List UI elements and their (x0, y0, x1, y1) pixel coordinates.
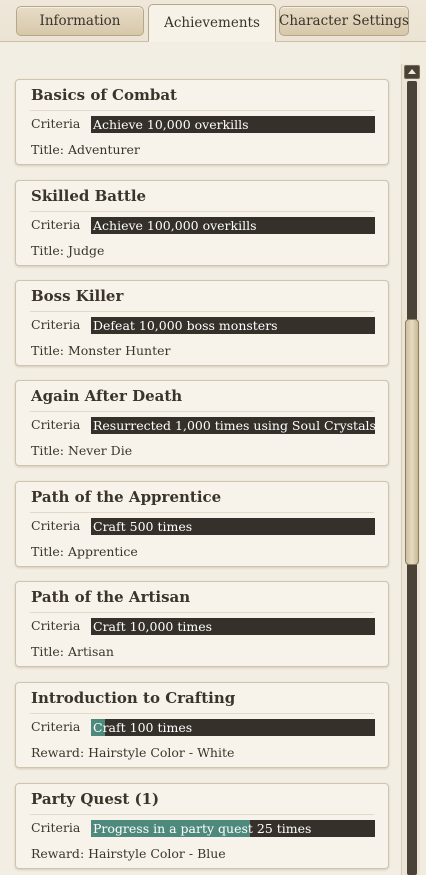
criteria-label: Criteria (31, 217, 81, 232)
achievement-title: Basics of Combat (31, 86, 177, 104)
criteria-text: Craft 500 times (93, 519, 193, 534)
tab-character-settings[interactable]: Character Settings (279, 6, 409, 36)
tab-bar: Information Achievements Character Setti… (0, 0, 426, 42)
criteria-label: Criteria (31, 417, 81, 432)
chevron-up-icon (408, 69, 416, 74)
criteria-text: Achieve 10,000 overkills (93, 117, 249, 132)
criteria-label: Criteria (31, 317, 81, 332)
achievement-title: Path of the Artisan (31, 588, 191, 606)
tab-information-label: Information (39, 13, 121, 29)
achievement-reward: Title: Never Die (31, 443, 133, 458)
tab-achievements-label: Achievements (164, 15, 260, 31)
criteria-label: Criteria (31, 618, 81, 633)
scroll-up-button[interactable] (404, 65, 420, 79)
achievement-reward: Title: Artisan (31, 644, 114, 659)
achievement-reward: Reward: Hairstyle Color - Blue (31, 846, 226, 861)
card-divider (30, 612, 374, 613)
achievement-title: Boss Killer (31, 287, 124, 305)
scroll-thumb[interactable] (405, 319, 419, 565)
criteria-progress-bar: Craft 100 times (91, 719, 375, 736)
achievement-title: Introduction to Crafting (31, 689, 236, 707)
criteria-progress-bar: Defeat 10,000 boss monsters (91, 317, 375, 334)
criteria-progress-bar: Craft 10,000 times (91, 618, 375, 635)
achievement-card: Skilled Battle Criteria Achieve 100,000 … (15, 180, 389, 266)
criteria-text: Achieve 100,000 overkills (93, 218, 257, 233)
achievement-title: Skilled Battle (31, 187, 147, 205)
card-divider (30, 211, 374, 212)
criteria-text: Defeat 10,000 boss monsters (93, 318, 278, 333)
achievement-title: Path of the Apprentice (31, 488, 222, 506)
achievement-card: Party Quest (1) Criteria Progress in a p… (15, 783, 389, 869)
achievement-reward: Title: Adventurer (31, 142, 140, 157)
tab-character-settings-label: Character Settings (279, 13, 409, 29)
criteria-label: Criteria (31, 820, 81, 835)
achievement-reward: Title: Judge (31, 243, 105, 258)
achievement-reward: Reward: Hairstyle Color - White (31, 745, 235, 760)
criteria-text: Progress in a party quest 25 times (93, 821, 312, 836)
achievement-card: Introduction to Crafting Criteria Craft … (15, 682, 389, 768)
criteria-label: Criteria (31, 719, 81, 734)
criteria-text: Resurrected 1,000 times using Soul Cryst… (93, 418, 375, 433)
achievement-list: Basics of Combat Criteria Achieve 10,000… (0, 43, 400, 875)
criteria-label: Criteria (31, 116, 81, 131)
achievement-card: Boss Killer Criteria Defeat 10,000 boss … (15, 280, 389, 366)
scrollbar[interactable] (401, 64, 420, 875)
criteria-progress-bar: Achieve 100,000 overkills (91, 217, 375, 234)
card-divider (30, 411, 374, 412)
criteria-text: Craft 10,000 times (93, 619, 213, 634)
card-divider (30, 814, 374, 815)
achievement-reward: Title: Monster Hunter (31, 343, 171, 358)
criteria-progress-bar: Progress in a party quest 25 times (91, 820, 375, 837)
tab-information[interactable]: Information (16, 6, 144, 36)
card-divider (30, 311, 374, 312)
card-divider (30, 110, 374, 111)
card-divider (30, 713, 374, 714)
achievement-card: Basics of Combat Criteria Achieve 10,000… (15, 79, 389, 165)
achievement-reward: Title: Apprentice (31, 544, 138, 559)
achievement-title: Party Quest (1) (31, 790, 160, 808)
criteria-progress-bar: Achieve 10,000 overkills (91, 116, 375, 133)
criteria-progress-bar: Craft 500 times (91, 518, 375, 535)
criteria-label: Criteria (31, 518, 81, 533)
criteria-progress-bar: Resurrected 1,000 times using Soul Cryst… (91, 417, 375, 434)
card-divider (30, 512, 374, 513)
criteria-text: Craft 100 times (93, 720, 193, 735)
tab-achievements[interactable]: Achievements (148, 4, 276, 42)
achievement-card: Path of the Apprentice Criteria Craft 50… (15, 481, 389, 567)
achievement-card: Path of the Artisan Criteria Craft 10,00… (15, 581, 389, 667)
achievement-title: Again After Death (31, 387, 183, 405)
achievement-card: Again After Death Criteria Resurrected 1… (15, 380, 389, 466)
